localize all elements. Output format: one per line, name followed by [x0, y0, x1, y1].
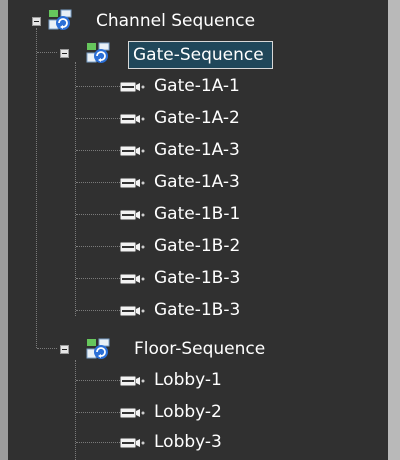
tree-branch: [76, 246, 120, 247]
tree-item-camera[interactable]: Gate-1B-3: [8, 296, 388, 326]
sequence-icon: [86, 338, 110, 359]
tree-item-camera[interactable]: Gate-1A-3: [8, 168, 388, 198]
tree-branch: [76, 214, 120, 215]
tree-branch: [76, 412, 120, 413]
tree-branch: [76, 86, 120, 87]
left-border: [0, 0, 8, 460]
camera-icon: [120, 209, 145, 221]
tree-item-camera[interactable]: Lobby-3: [8, 428, 388, 458]
camera-icon: [120, 113, 145, 125]
tree-item-label: Gate-1A-2: [154, 108, 240, 128]
camera-icon: [120, 407, 145, 419]
tree-item-label: Gate-1B-3: [154, 300, 241, 320]
collapse-icon[interactable]: [60, 345, 69, 354]
tree-node-root[interactable]: Channel Sequence: [8, 6, 388, 36]
tree-node-gate-sequence[interactable]: Gate-Sequence: [8, 38, 388, 69]
tree-branch: [76, 182, 120, 183]
tree-branch: [76, 310, 120, 311]
tree-item-camera[interactable]: Lobby-2: [8, 398, 388, 428]
tree-node-gate-sequence-label[interactable]: Gate-Sequence: [128, 41, 273, 69]
camera-icon: [120, 437, 145, 449]
tree-item-camera[interactable]: Gate-1B-3: [8, 264, 388, 294]
tree-branch: [76, 150, 120, 151]
camera-icon: [120, 305, 145, 317]
tree-item-camera[interactable]: Gate-1A-3: [8, 136, 388, 166]
collapse-icon[interactable]: [60, 49, 69, 58]
collapse-icon[interactable]: [32, 17, 41, 26]
tree-item-label: Gate-1A-3: [154, 140, 240, 160]
tree-item-camera[interactable]: Gate-1B-2: [8, 232, 388, 262]
sequence-icon: [86, 42, 110, 63]
tree-item-label: Lobby-2: [154, 402, 222, 422]
camera-icon: [120, 241, 145, 253]
camera-icon: [120, 375, 145, 387]
tree-item-label: Gate-1B-2: [154, 236, 241, 256]
tree-item-camera[interactable]: Gate-1B-1: [8, 200, 388, 230]
right-border: [388, 0, 400, 460]
tree-node-root-label: Channel Sequence: [96, 11, 256, 31]
tree-item-camera[interactable]: Gate-1A-2: [8, 104, 388, 134]
camera-icon: [120, 81, 145, 93]
tree-node-floor-sequence-label: Floor-Sequence: [134, 339, 266, 359]
tree-item-label: Gate-1B-3: [154, 268, 241, 288]
tree-branch: [76, 380, 120, 381]
camera-icon: [120, 177, 145, 189]
channel-tree-panel: Channel Sequence Gate-Sequence Gate-1A-1…: [8, 0, 388, 460]
tree-item-label: Lobby-1: [154, 370, 222, 390]
tree-item-label: Gate-1B-1: [154, 204, 241, 224]
tree-item-label: Gate-1A-3: [154, 172, 240, 192]
tree-item-label: Lobby-3: [154, 432, 222, 452]
tree-branch: [76, 118, 120, 119]
tree-node-floor-sequence[interactable]: Floor-Sequence: [8, 334, 388, 364]
tree-branch: [76, 278, 120, 279]
channel-tree: Channel Sequence Gate-Sequence Gate-1A-1…: [8, 0, 388, 460]
tree-item-label: Gate-1A-1: [154, 76, 240, 96]
tree-item-camera[interactable]: Gate-1A-1: [8, 72, 388, 102]
camera-icon: [120, 273, 145, 285]
camera-icon: [120, 145, 145, 157]
sequence-icon: [48, 9, 72, 30]
tree-branch: [76, 442, 120, 443]
tree-item-camera[interactable]: Lobby-1: [8, 366, 388, 396]
